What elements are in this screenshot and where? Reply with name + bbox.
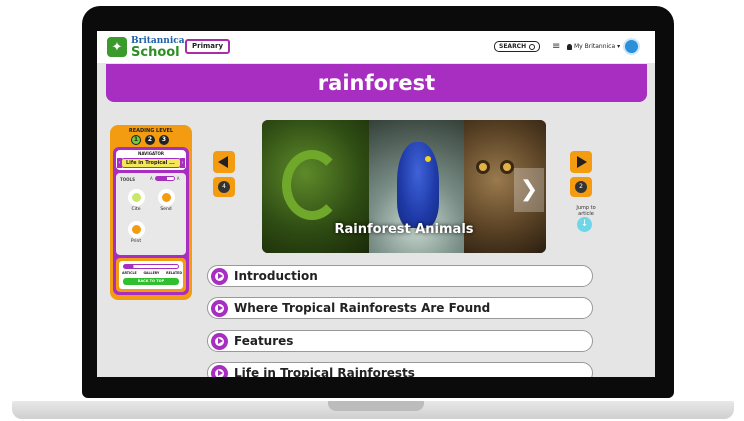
laptop-mockup: ✦ Britannica School Primary SEARCH ≡ My … (0, 0, 744, 421)
view-gallery[interactable]: GALLERY (143, 271, 159, 275)
view-tabs: ARTICLE GALLERY RELATED BACK TO TOP (119, 261, 183, 289)
carousel-caption: Rainforest Animals (334, 222, 474, 237)
page-title: rainforest (317, 71, 436, 95)
prev-page-button[interactable] (213, 151, 235, 173)
print-icon (127, 221, 145, 238)
navigator-select[interactable]: Life in Tropical ... (121, 158, 181, 168)
send-icon (157, 189, 175, 206)
section-label: Introduction (234, 269, 318, 283)
print-button[interactable]: Print (125, 221, 147, 244)
screen: ✦ Britannica School Primary SEARCH ≡ My … (97, 31, 655, 377)
reading-level-1[interactable]: 1 (131, 135, 141, 145)
prev-count-value: 4 (218, 181, 230, 193)
view-article[interactable]: ARTICLE (122, 271, 137, 275)
jump-to-article-text[interactable]: Jump to article (571, 205, 601, 217)
tool-panel: READING LEVEL 1 2 3 NAVIGATOR ‹ Life in … (110, 125, 192, 300)
prev-count: 4 (213, 177, 235, 197)
view-toggle[interactable] (123, 264, 179, 269)
text-size-large: A (176, 176, 180, 181)
view-labels: ARTICLE GALLERY RELATED (122, 271, 182, 275)
reading-level-2[interactable]: 2 (145, 135, 155, 145)
view-related[interactable]: RELATED (166, 271, 182, 275)
play-icon (211, 267, 228, 285)
cite-label: Cite (131, 207, 141, 212)
text-size-small: A (150, 176, 153, 181)
account-label: My Britannica ▾ (574, 43, 621, 50)
logo-mark-icon: ✦ (107, 37, 127, 57)
search-button[interactable]: SEARCH (494, 41, 541, 52)
reading-level-selector: 1 2 3 (131, 135, 169, 145)
arrow-right-icon (577, 156, 587, 168)
back-to-top-button[interactable]: BACK TO TOP (123, 278, 179, 285)
section-label: Where Tropical Rainforests Are Found (234, 301, 491, 315)
globe-icon[interactable] (623, 38, 640, 55)
send-button[interactable]: Send (155, 189, 177, 212)
person-icon (567, 43, 572, 50)
section-introduction[interactable]: Introduction (207, 265, 593, 287)
arrow-down-icon[interactable]: ↓ (577, 217, 592, 232)
section-where-found[interactable]: Where Tropical Rainforests Are Found (207, 297, 593, 319)
carousel-next-icon[interactable]: ❯ (514, 168, 544, 212)
tool-panel-inner: NAVIGATOR ‹ Life in Tropical ... › TOOLS… (113, 147, 189, 295)
play-icon (211, 299, 228, 317)
play-icon (211, 364, 228, 377)
section-label: Life in Tropical Rainforests (234, 366, 415, 377)
tarsier-eye-right (500, 160, 514, 174)
play-icon (211, 332, 228, 350)
navigator-label: NAVIGATOR (137, 151, 165, 156)
print-label: Print (130, 239, 142, 244)
search-label: SEARCH (499, 42, 527, 50)
my-britannica-button[interactable]: My Britannica ▾ (567, 43, 620, 50)
section-features[interactable]: Features (207, 330, 593, 352)
tools-box: TOOLS A A Cite Send Print (116, 173, 186, 255)
section-life[interactable]: Life in Tropical Rainforests (207, 362, 593, 377)
reading-level-3[interactable]: 3 (159, 135, 169, 145)
arrow-left-icon (218, 156, 228, 168)
parrot-eye (425, 156, 431, 162)
cite-icon (127, 189, 145, 206)
next-page-button[interactable] (570, 151, 592, 173)
send-label: Send (160, 207, 172, 212)
reading-level-title: READING LEVEL (128, 128, 174, 134)
section-label: Features (234, 334, 294, 348)
next-count: 2 (570, 177, 592, 197)
text-size-slider[interactable] (154, 176, 175, 181)
laptop-notch (328, 401, 424, 411)
navigator-next-icon[interactable]: › (180, 158, 185, 168)
site-header: ✦ Britannica School Primary SEARCH ≡ My … (97, 31, 655, 63)
view-box: ARTICLE GALLERY RELATED BACK TO TOP (116, 258, 186, 292)
britannica-school-logo[interactable]: ✦ Britannica School (107, 37, 185, 60)
tarsier-eye-left (476, 160, 490, 174)
parrot-shape (397, 142, 439, 228)
level-badge[interactable]: Primary (185, 39, 231, 54)
navigator: NAVIGATOR ‹ Life in Tropical ... › (116, 150, 186, 170)
search-icon (529, 43, 536, 50)
media-carousel[interactable]: ❯ Rainforest Animals (262, 120, 546, 253)
snake-shape (282, 150, 342, 220)
next-count-value: 2 (575, 181, 587, 193)
text-size-control: A A (150, 176, 180, 181)
page-title-banner: rainforest (106, 64, 647, 102)
cite-button[interactable]: Cite (125, 189, 147, 212)
menu-icon[interactable]: ≡ (552, 42, 560, 52)
tools-label: TOOLS (120, 177, 135, 182)
logo-text: Britannica School (131, 37, 185, 60)
logo-bottom-text: School (131, 45, 180, 60)
